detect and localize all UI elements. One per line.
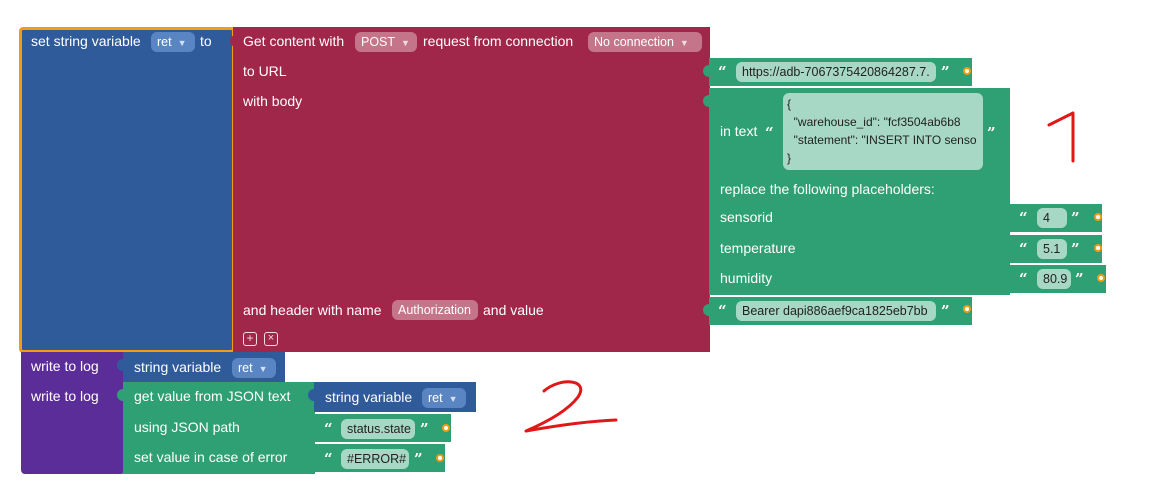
- annotation-two: [524, 380, 618, 433]
- placeholder-value-humidity: 80.9: [1043, 272, 1068, 286]
- open-quote-icon: “: [324, 450, 333, 468]
- set-var-name-dropdown[interactable]: ret ▼: [151, 32, 195, 52]
- url-output-tab: [703, 65, 709, 77]
- placeholder-value-sensorid: 4: [1043, 211, 1050, 225]
- header-name-field[interactable]: Authorization: [392, 300, 478, 320]
- annotation-one: [1047, 111, 1075, 163]
- close-quote-icon: ”: [1071, 240, 1080, 258]
- open-quote-icon: “: [1019, 270, 1028, 288]
- header-output-tab: [703, 304, 709, 316]
- placeholder-value-field[interactable]: 80.9: [1037, 269, 1071, 289]
- log1-var-dropdown[interactable]: ret ▼: [232, 358, 276, 378]
- log2-var-dropdown[interactable]: ret ▼: [422, 388, 466, 408]
- json-line: {: [787, 97, 792, 111]
- open-quote-icon: “: [718, 302, 727, 320]
- dropdown-arrow-icon: ▼: [177, 38, 187, 48]
- json-line: }: [787, 151, 792, 165]
- dropdown-arrow-icon: ▼: [258, 364, 268, 374]
- connection-dropdown[interactable]: No connection ▼: [588, 32, 702, 52]
- plus-icon[interactable]: +: [243, 332, 257, 346]
- log2-var-name: ret: [428, 391, 443, 405]
- set-var-name: ret: [157, 35, 172, 49]
- http-label-get: Get content with: [243, 33, 345, 49]
- error-value-field[interactable]: #ERROR#: [341, 449, 409, 469]
- close-quote-icon: ”: [420, 420, 429, 438]
- header-value-text: Bearer dapi886aef9ca1825eb7bb: [742, 304, 928, 318]
- close-quote-icon: ”: [941, 302, 950, 320]
- json-label-error: set value in case of error: [134, 449, 288, 465]
- json-line: "warehouse_id": "fcf3504ab6b8: [787, 115, 961, 129]
- method-dropdown[interactable]: POST ▼: [355, 32, 417, 52]
- close-quote-icon: ”: [941, 63, 950, 81]
- url-text-value: https://adb-7067375420864287.7.: [742, 65, 930, 79]
- path-output-tab: [308, 421, 314, 433]
- placeholder-name-sensorid: sensorid: [720, 209, 773, 225]
- x-icon[interactable]: ×: [264, 332, 278, 346]
- placeholder-value-field[interactable]: 4: [1037, 208, 1067, 228]
- dropdown-arrow-icon: ▼: [448, 394, 458, 404]
- open-quote-icon: “: [1019, 209, 1028, 227]
- connector-nub: [442, 424, 450, 432]
- http-label-request: request from connection: [423, 33, 574, 49]
- set-string-variable-block[interactable]: [19, 27, 235, 353]
- placeholder-name-humidity: humidity: [720, 270, 773, 286]
- set-var-prefix: set string variable: [31, 33, 141, 49]
- json-label-path: using JSON path: [134, 419, 240, 435]
- placeholder-value-temperature: 5.1: [1043, 242, 1061, 256]
- open-quote-icon: “: [324, 420, 333, 438]
- json-path-value: status.state: [347, 422, 411, 436]
- placeholder-value-field[interactable]: 5.1: [1037, 239, 1067, 259]
- body-label-in-text: in text: [720, 123, 758, 139]
- set-var-suffix: to: [200, 33, 212, 49]
- log1-var-name: ret: [238, 361, 253, 375]
- http-label-url: to URL: [243, 63, 287, 79]
- close-quote-icon: ”: [414, 450, 423, 468]
- placeholder-name-temperature: temperature: [720, 240, 796, 256]
- body-label-replace: replace the following placeholders:: [720, 181, 935, 197]
- json-text-area[interactable]: { "warehouse_id": "fcf3504ab6b8 "stateme…: [783, 93, 983, 170]
- json-output-tab: [117, 389, 123, 401]
- log2-label: write to log: [31, 388, 99, 404]
- open-quote-icon: “: [765, 124, 774, 142]
- http-input-tab: [230, 35, 236, 47]
- connector-nub: [436, 454, 444, 462]
- body-output-tab: [703, 95, 709, 107]
- error-output-tab: [308, 451, 314, 463]
- open-quote-icon: “: [718, 63, 727, 81]
- dropdown-arrow-icon: ▼: [401, 38, 410, 48]
- json-line: "statement": "INSERT INTO senso: [787, 133, 977, 147]
- log1-var-label: string variable: [134, 359, 222, 375]
- header-name-value: Authorization: [398, 303, 471, 317]
- connector-nub: [1094, 244, 1102, 252]
- error-value-text: #ERROR#: [347, 452, 407, 466]
- close-quote-icon: ”: [1071, 209, 1080, 227]
- http-label-value: and value: [483, 302, 544, 318]
- log1-input-tab: [117, 359, 123, 371]
- open-quote-icon: “: [1019, 240, 1028, 258]
- connector-nub: [1094, 213, 1102, 221]
- url-text-field[interactable]: https://adb-7067375420864287.7.: [736, 62, 936, 82]
- log2-var-label: string variable: [325, 389, 413, 405]
- close-quote-icon: ”: [1075, 270, 1084, 288]
- json-path-field[interactable]: status.state: [341, 419, 415, 439]
- connector-nub: [963, 305, 971, 313]
- http-label-body: with body: [243, 93, 303, 109]
- connector-nub: [1097, 274, 1105, 282]
- connector-nub: [963, 67, 971, 75]
- dropdown-arrow-icon: ▼: [679, 38, 689, 48]
- header-value-field[interactable]: Bearer dapi886aef9ca1825eb7bb: [736, 301, 936, 321]
- log2-var-output-tab: [308, 389, 314, 401]
- http-label-header: and header with name: [243, 302, 382, 318]
- log1-label: write to log: [31, 358, 99, 374]
- method-value: POST: [361, 35, 396, 49]
- connection-value: No connection: [594, 35, 674, 49]
- json-label-get-value: get value from JSON text: [134, 388, 291, 404]
- close-quote-icon: ”: [987, 124, 996, 142]
